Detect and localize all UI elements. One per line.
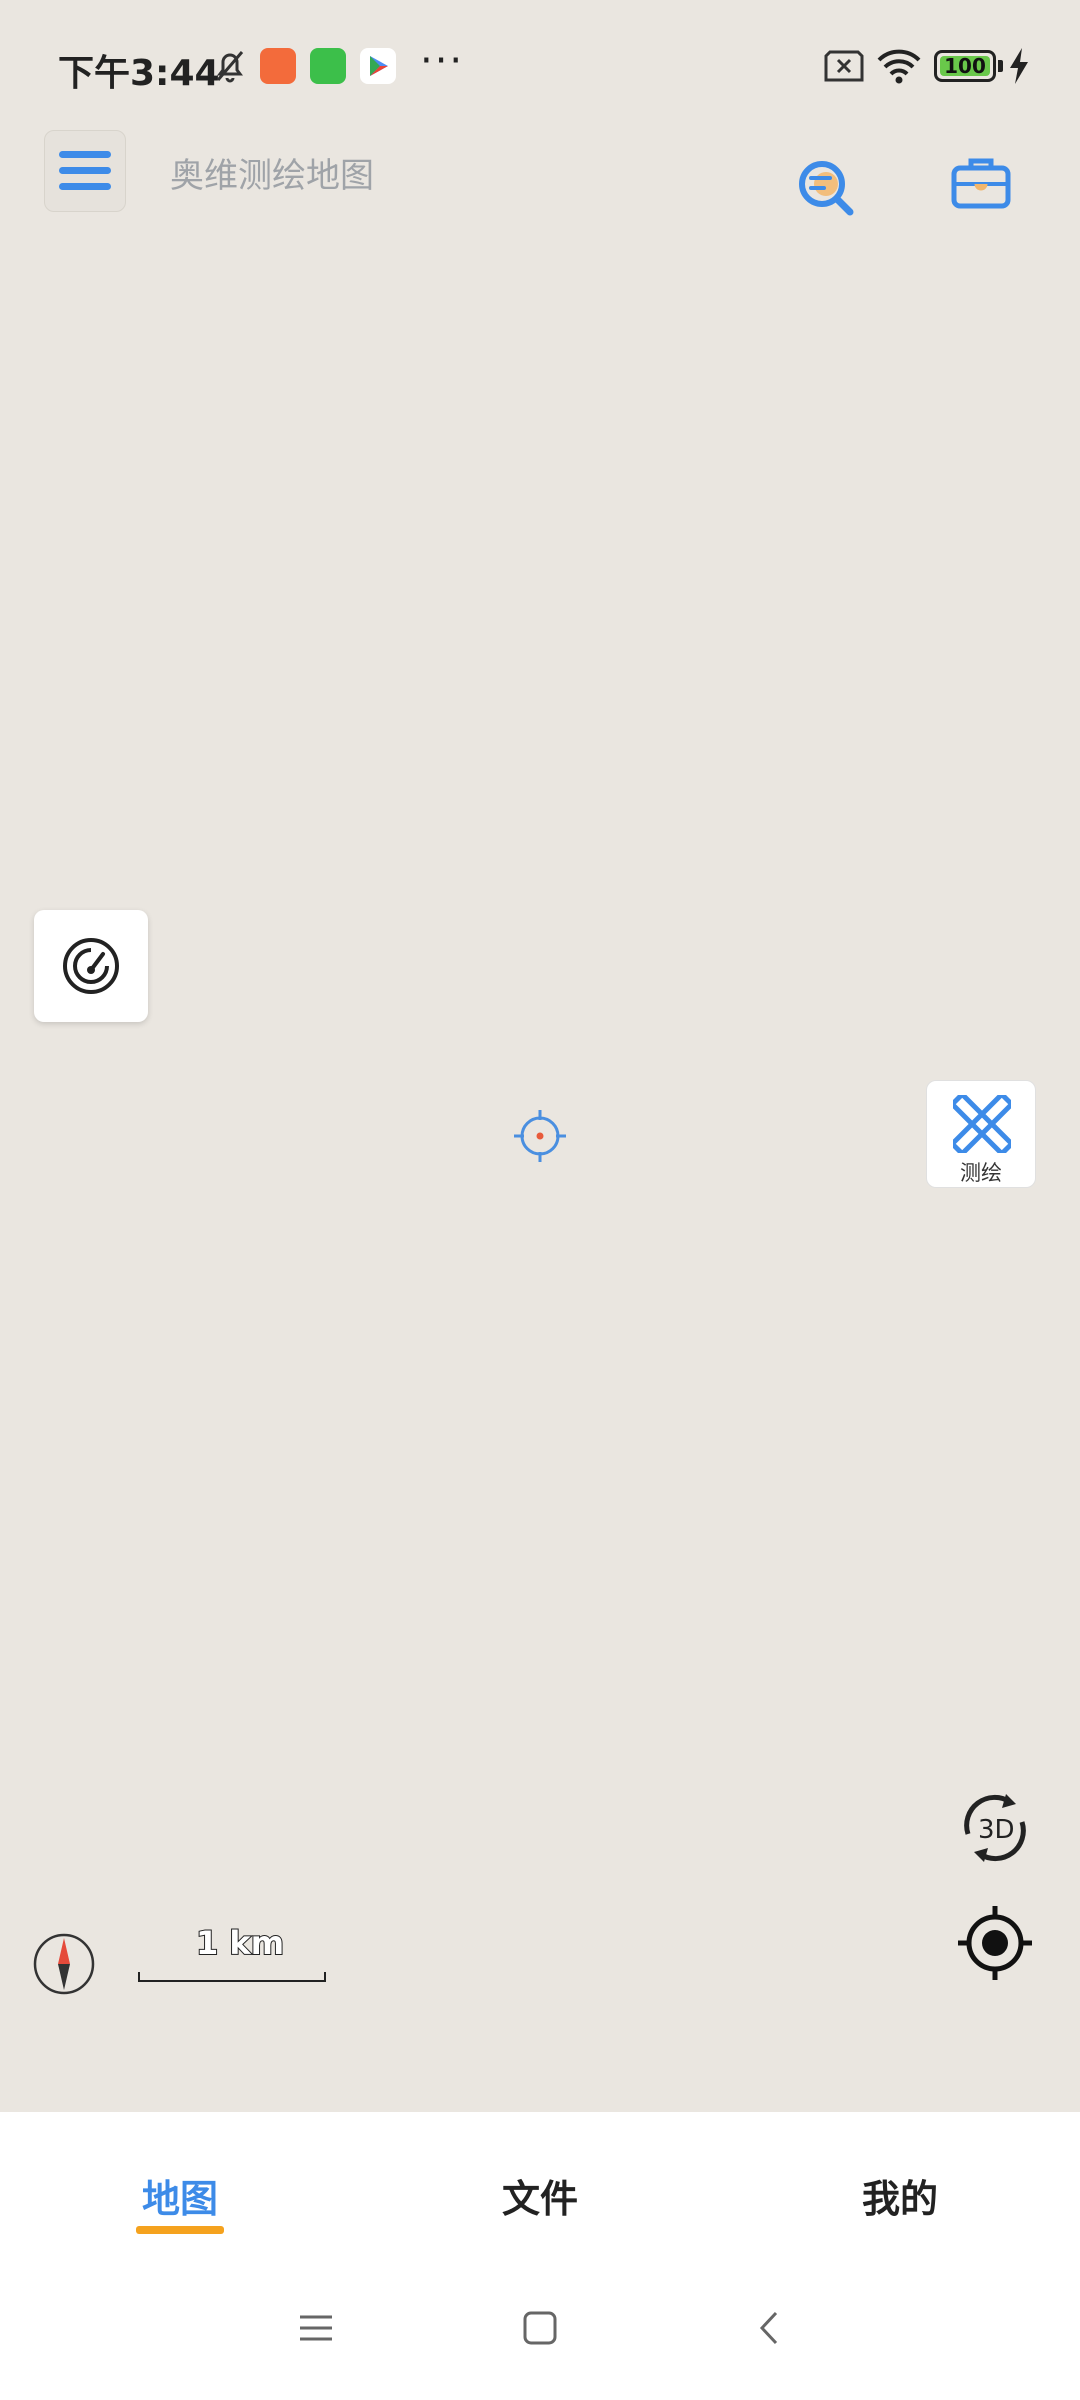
locate-icon[interactable] [958, 1906, 1032, 1980]
battery-icon: 100 [934, 50, 996, 82]
search-input[interactable]: 奥维测绘地图 [170, 148, 374, 197]
wifi-icon [877, 49, 921, 84]
scale-bar [138, 1972, 326, 1982]
survey-label: 测绘 [960, 1161, 1002, 1185]
tab-active-indicator [136, 2226, 224, 2234]
tab-files[interactable]: 文件 [440, 2168, 640, 2223]
mute-bell-icon [216, 51, 244, 83]
survey-icon [953, 1095, 1011, 1153]
scale-label: 1 km [195, 1923, 285, 1963]
tab-mine[interactable]: 我的 [800, 2168, 1000, 2223]
charging-icon [1010, 48, 1028, 84]
more-dots-icon: ··· [420, 38, 465, 84]
status-bar: 下午3:44 ··· 100 [0, 0, 1080, 130]
compass-icon[interactable] [32, 1932, 96, 1996]
sim-x-icon [824, 50, 864, 82]
system-nav-bar [0, 2270, 1080, 2400]
toolbox-icon[interactable] [950, 156, 1012, 210]
status-time: 下午3:44 [58, 53, 220, 94]
radar-icon [63, 938, 119, 994]
radar-button[interactable] [34, 910, 148, 1022]
svg-text:3D: 3D [978, 1815, 1015, 1845]
bottom-nav: 地图 文件 我的 [0, 2112, 1080, 2271]
crosshair-icon [514, 1110, 566, 1162]
home-icon[interactable] [522, 2310, 558, 2346]
rotate-3d-icon[interactable]: 3D [956, 1790, 1034, 1866]
back-icon[interactable] [752, 2310, 788, 2346]
menu-icon [59, 151, 111, 190]
menu-button[interactable] [44, 130, 126, 212]
survey-button[interactable]: 测绘 [926, 1080, 1036, 1188]
play-store-icon [360, 48, 396, 84]
battery-nub [998, 60, 1003, 72]
orange-app-icon [260, 48, 296, 84]
recents-icon[interactable] [298, 2310, 334, 2346]
tab-map[interactable]: 地图 [80, 2168, 280, 2223]
search-list-icon[interactable] [796, 158, 856, 216]
battery-level: 100 [944, 54, 986, 78]
map-canvas[interactable] [0, 0, 1080, 2112]
green-app-icon [310, 48, 346, 84]
